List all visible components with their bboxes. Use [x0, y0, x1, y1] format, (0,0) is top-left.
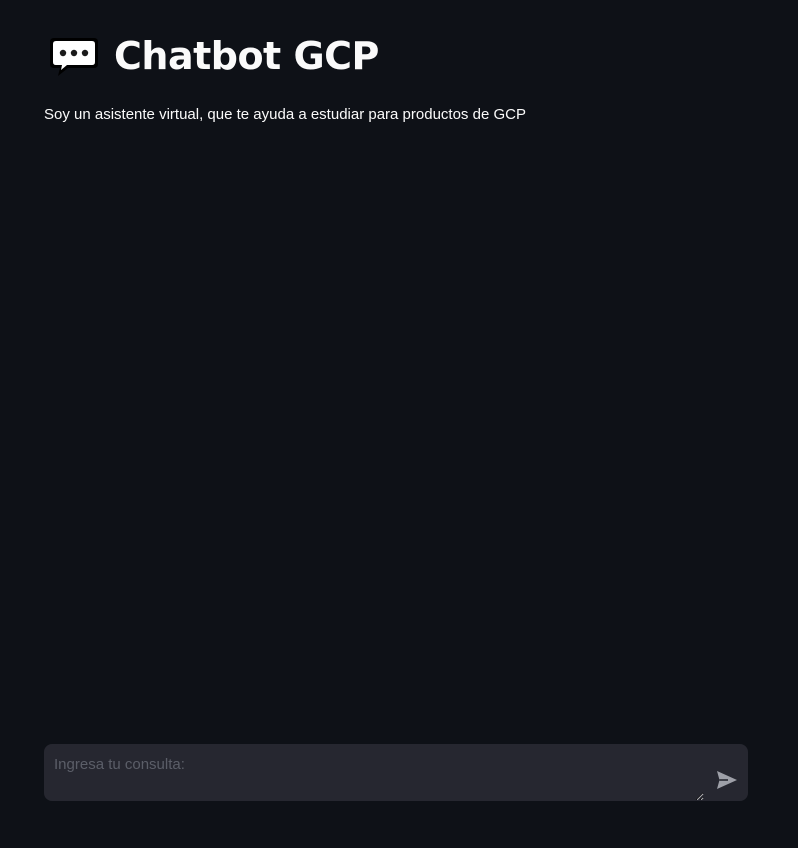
page-subtitle: Soy un asistente virtual, que te ayuda a… — [44, 106, 526, 123]
app-container: Chatbot GCP Soy un asistente virtual, qu… — [0, 0, 798, 848]
chat-input[interactable] — [44, 744, 704, 801]
page-header: Chatbot GCP — [48, 34, 379, 78]
speech-balloon-icon — [48, 34, 100, 78]
send-button[interactable] — [716, 770, 738, 790]
page-title: Chatbot GCP — [114, 34, 379, 78]
chat-input-container — [44, 744, 748, 801]
send-icon — [717, 771, 737, 789]
